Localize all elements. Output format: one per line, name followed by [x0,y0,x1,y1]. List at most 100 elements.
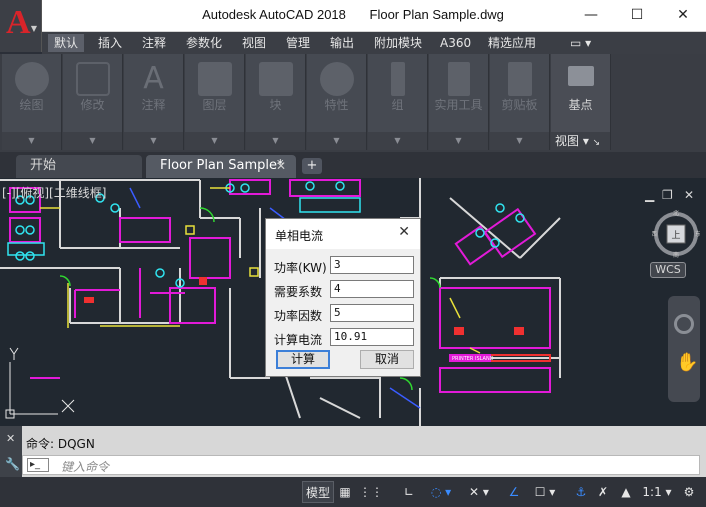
grid-icon[interactable]: ▦ [336,481,354,503]
close-command-icon[interactable]: ✕ [6,432,15,445]
panel-groups[interactable]: 组 ▼ [368,54,428,150]
dialog-close-icon[interactable]: ✕ [398,224,410,240]
panel-utilities[interactable]: 实用工具 ▼ [429,54,489,150]
single-phase-current-dialog: 单相电流 ✕ 功率(KW) 3 需要系数 4 功率因数 5 计算电流 10.91… [265,218,421,377]
panel-layers[interactable]: 图层 ▼ [185,54,245,150]
draw-icon [14,62,49,96]
panel-label: 特性 [324,98,349,112]
panel-clipboard[interactable]: 剪贴板 ▼ [490,54,550,150]
annotation-visibility-icon[interactable]: ✗ [594,481,612,503]
close-tab-icon[interactable]: ✕ [276,155,286,177]
power-factor-label: 功率因数 [274,309,323,323]
panel-label: 组 [391,98,404,112]
panel-expand[interactable]: ▼ [63,132,122,150]
maximize-button[interactable]: ☐ [614,0,660,32]
panel-view[interactable]: 基点 视图 ▾ ↘ [551,54,611,150]
file-tabs: 开始 Floor Plan Sample* ✕ [0,152,706,178]
scale-menu[interactable]: 1:1 ▾ [640,481,674,503]
basepoint-label: 基点 [568,98,593,112]
demand-factor-input[interactable]: 4 [330,280,414,298]
printer-island-label: PRINTER ISLAND [452,356,494,362]
tab-view[interactable]: 视图 [236,34,272,52]
panel-properties[interactable]: 特性 ▼ [307,54,367,150]
panel-expand[interactable]: ▼ [246,132,305,150]
pan-hand-icon[interactable]: ✋ [676,352,698,373]
panel-block[interactable]: 块 ▼ [246,54,306,150]
view-label: 视图 ▾ [555,134,589,148]
panel-annotation[interactable]: A 注释 ▼ [124,54,184,150]
power-factor-input[interactable]: 5 [330,304,414,322]
tab-manage[interactable]: 管理 [280,34,316,52]
panel-expand[interactable]: ▼ [185,132,244,150]
tab-start[interactable]: 开始 [16,155,142,178]
tab-output[interactable]: 输出 [324,34,360,52]
transparency-icon[interactable]: ☐ ▾ [528,481,562,503]
viewcube-compass-icon: 上 北 南 东 西 [651,209,701,259]
panel-draw[interactable]: 绘图 ▼ [2,54,62,150]
panel-expand[interactable]: ▼ [124,132,183,150]
calculator-icon [447,62,470,96]
navigation-bar: ✋ [668,296,700,402]
calculated-current-input[interactable]: 10.91 [330,328,414,346]
viewport-controls-label[interactable]: [-][俯视][二维线框] [2,184,106,201]
ribbon-options-icon[interactable]: ▭ ▾ [564,34,597,52]
calculate-button[interactable]: 计算 [276,350,330,369]
minimize-button[interactable]: — [568,0,614,32]
tab-a360[interactable]: A360 [434,34,477,52]
panel-expand[interactable]: ▼ [368,132,427,150]
cancel-button[interactable]: 取消 [360,350,414,369]
tab-addins[interactable]: 附加模块 [368,34,428,52]
wcs-menu[interactable]: WCS [650,262,686,278]
demand-factor-label: 需要系数 [274,285,323,299]
tab-floor-plan[interactable]: Floor Plan Sample* ✕ [146,155,296,178]
dialog-title: 单相电流 [275,229,324,243]
annotation-icon[interactable]: ⚓ [570,481,592,503]
application-menu-button[interactable]: A ▼ [0,0,42,52]
dialog-titlebar[interactable]: 单相电流 ✕ [266,219,420,249]
tab-parametric[interactable]: 参数化 [180,34,228,52]
panel-expand[interactable]: ▼ [307,132,366,150]
power-row: 功率(KW) 3 [266,256,420,276]
command-input[interactable]: ▸_ 键入命令 [22,455,700,475]
command-line-toolbar: ✕ 🔧 [0,426,22,477]
tab-annotate[interactable]: 注释 [136,34,172,52]
group-icon [390,62,405,96]
tab-featured-apps[interactable]: 精选应用 [482,34,542,52]
compass-west: 西 [652,231,657,238]
autoscale-icon[interactable]: ▲ [616,481,636,503]
osnap-icon[interactable]: ✕ ▾ [462,481,496,503]
snap-icon[interactable]: ⋮⋮ ▾ [356,481,386,503]
panel-label: 图层 [202,98,227,112]
viewcube[interactable]: 上 北 南 东 西 [651,209,701,259]
viewport-minimize-icon[interactable]: ▁ [645,188,654,202]
tab-label: 开始 [30,158,57,173]
viewport-restore-icon[interactable]: ❐ [662,188,673,202]
polar-icon[interactable]: ◌ ▾ [424,481,458,503]
customize-icon[interactable]: 🔧 [5,457,20,471]
viewport-close-icon[interactable]: ✕ [684,188,694,202]
panel-label: 块 [269,98,282,112]
lineweight-icon[interactable]: ∠ [504,481,524,503]
panel-footer-view[interactable]: 视图 ▾ ↘ [551,132,610,150]
command-placeholder: 键入命令 [61,460,110,474]
file-name: Floor Plan Sample.dwg [369,7,504,22]
command-prompt-icon[interactable]: ▸_ [27,458,49,472]
panel-expand[interactable]: ▼ [490,132,549,150]
model-space-button[interactable]: 模型 [302,481,334,503]
ortho-icon[interactable]: ∟ [398,481,420,503]
panel-expand[interactable]: ▼ [429,132,488,150]
compass-east: 东 [695,230,700,238]
command-history: 命令: DQGN [26,437,95,451]
power-input[interactable]: 3 [330,256,414,274]
tab-insert[interactable]: 插入 [92,34,128,52]
panel-modify[interactable]: 修改 ▼ [63,54,123,150]
properties-icon [319,62,354,96]
launcher-icon[interactable]: ↘ [593,138,601,148]
panel-expand[interactable]: ▼ [2,132,61,150]
tab-default[interactable]: 默认 [48,34,85,52]
autocad-logo: A [6,4,31,41]
new-tab-button[interactable]: + [302,158,322,174]
close-button[interactable]: ✕ [660,0,706,32]
steering-wheel-icon[interactable] [674,314,694,334]
settings-icon[interactable]: ⚙ [680,481,698,503]
